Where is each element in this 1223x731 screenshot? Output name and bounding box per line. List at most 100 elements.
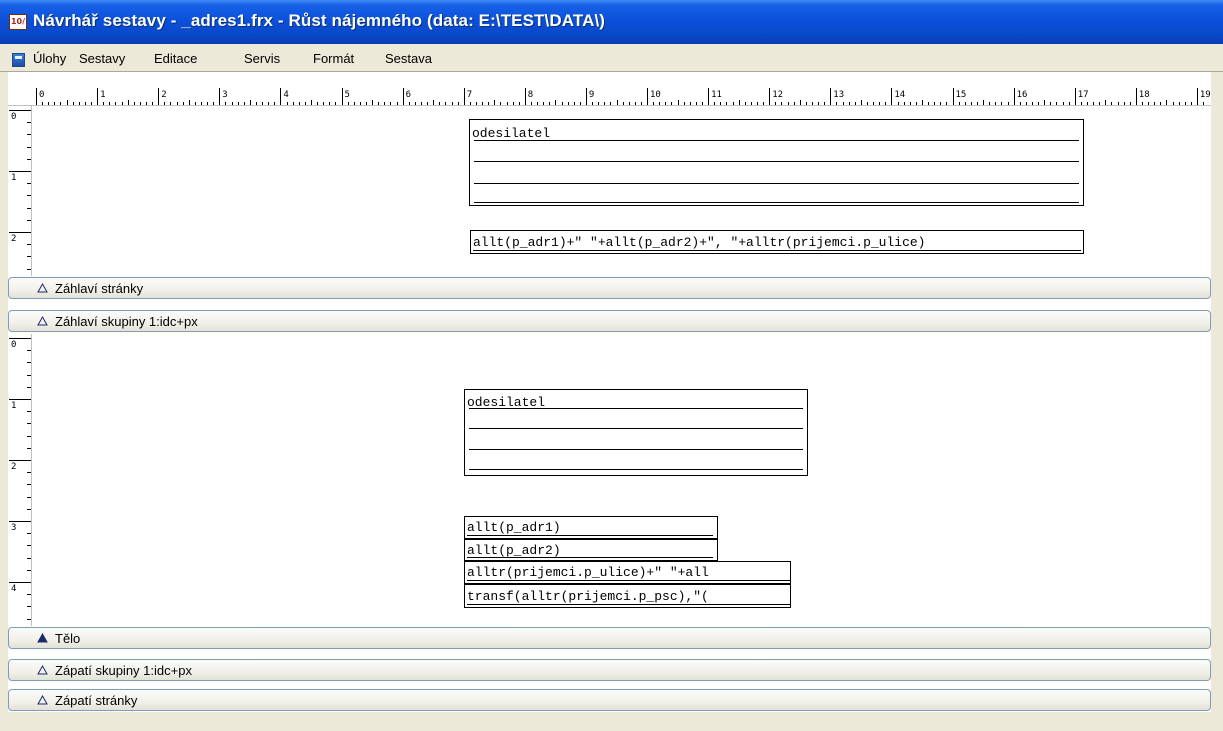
menu-item-ulohy[interactable]: Úlohy <box>33 51 66 66</box>
ruler-tick <box>653 102 655 105</box>
band-group-footer[interactable]: Zápatí skupiny 1:idc+px <box>8 659 1211 681</box>
ruler-tick <box>1196 88 1198 105</box>
menu-item-sestavy[interactable]: Sestavy <box>79 51 125 66</box>
ruler-label: 7 <box>466 90 473 100</box>
ruler-label: 16 <box>1016 90 1028 100</box>
group-header-area[interactable]: odesilatel allt(p_adr1) allt(p_adr2) all… <box>33 334 1211 626</box>
ruler-tick <box>506 102 508 105</box>
menu-item-editace[interactable]: Editace <box>154 51 197 66</box>
title-bar: 10/ Návrhář sestavy - _adres1.frx - Růst… <box>0 0 1223 44</box>
band-page-footer-label: Zápatí stránky <box>55 693 138 708</box>
ruler-tick <box>1044 100 1046 105</box>
ruler-tick <box>170 102 172 105</box>
ruler-tick <box>995 102 997 105</box>
menu-item-format[interactable]: Formát <box>313 51 354 66</box>
ruler-tick <box>518 102 520 105</box>
ruler-tick <box>27 146 31 148</box>
ruler-tick <box>457 102 459 105</box>
ruler-label: 1 <box>11 401 17 411</box>
ruler-tick <box>27 350 31 352</box>
ruler-tick <box>482 102 483 105</box>
field-zip[interactable]: transf(alltr(prijemci.p_psc),"( <box>464 584 791 608</box>
ruler-tick <box>27 195 31 197</box>
ruler-tick <box>549 102 551 105</box>
band-group-header[interactable]: Záhlaví skupiny 1:idc+px <box>8 310 1211 332</box>
band-page-header[interactable]: Záhlaví stránky <box>8 277 1211 299</box>
field-adr1[interactable]: allt(p_adr1) <box>464 516 718 539</box>
ruler-tick <box>27 256 31 258</box>
ruler-label: 2 <box>161 90 167 100</box>
field-sender-group[interactable]: odesilatel <box>464 389 808 476</box>
ruler-tick <box>1019 102 1021 105</box>
ruler-tick <box>946 102 948 105</box>
menu-bar: Úlohy Sestavy Editace Servis Formát Sest… <box>0 44 1223 72</box>
field-adr2-text: allt(p_adr2) <box>467 543 561 558</box>
field-sender-header[interactable]: odesilatel <box>469 119 1084 206</box>
ruler-tick <box>824 102 826 105</box>
ruler-tick <box>940 102 942 105</box>
ruler-tick <box>109 102 111 105</box>
field-address-header[interactable]: allt(p_adr1)+" "+allt(p_adr2)+", "+alltr… <box>470 230 1084 254</box>
ruler-label: 2 <box>11 462 17 472</box>
ruler-tick <box>27 472 31 474</box>
ruler-tick <box>530 102 532 105</box>
field-line <box>469 449 803 450</box>
ruler-tick <box>1068 102 1070 105</box>
field-line <box>474 161 1079 162</box>
ruler-label: 6 <box>405 90 412 100</box>
band-detail[interactable]: Tělo <box>8 627 1211 649</box>
ruler-tick <box>433 100 435 105</box>
ruler-tick <box>27 618 31 620</box>
ruler-tick <box>732 102 734 105</box>
ruler-tick <box>579 102 581 105</box>
ruler-tick <box>805 102 807 105</box>
ruler-tick <box>952 88 954 105</box>
ruler-label: 9 <box>588 90 595 100</box>
ruler-tick <box>983 100 985 105</box>
ruler-tick <box>781 102 783 105</box>
ruler-label: 5 <box>344 90 350 100</box>
ruler-tick <box>1111 102 1113 105</box>
ruler-tick <box>304 102 306 105</box>
ruler-tick <box>97 88 99 105</box>
ruler-tick <box>402 88 404 105</box>
ruler-tick <box>616 100 618 105</box>
ruler-tick <box>842 102 844 105</box>
ruler-tick <box>225 102 227 105</box>
ruler-tick <box>928 102 930 105</box>
band-page-footer[interactable]: Zápatí stránky <box>8 689 1211 711</box>
ruler-tick <box>310 100 312 105</box>
ruler-tick <box>512 102 514 105</box>
ruler-tick <box>1080 102 1082 105</box>
ruler-tick <box>1160 102 1162 105</box>
ruler-tick <box>27 594 31 596</box>
field-street[interactable]: alltr(prijemci.p_ulice)+" "+all <box>464 561 791 584</box>
ruler-tick <box>573 102 575 105</box>
ruler-tick <box>891 88 893 105</box>
ruler-tick <box>787 102 789 105</box>
ruler-tick <box>1166 100 1168 105</box>
ruler-tick <box>27 134 31 136</box>
document-icon[interactable] <box>12 53 25 67</box>
ruler-tick <box>27 158 31 160</box>
ruler-tick <box>54 102 56 105</box>
ruler-tick <box>378 102 380 105</box>
field-line <box>474 202 1079 203</box>
menu-item-sestava[interactable]: Sestava <box>385 51 432 66</box>
band-page-header-label: Záhlaví stránky <box>55 281 144 296</box>
ruler-tick <box>830 88 832 105</box>
ruler-label: 4 <box>283 90 289 100</box>
page-header-area[interactable]: odesilatel allt(p_adr1)+" "+allt(p_adr2)… <box>33 106 1211 276</box>
ruler-label: 0 <box>39 90 45 100</box>
ruler-tick <box>408 102 410 105</box>
ruler-tick <box>353 102 355 105</box>
menu-item-servis[interactable]: Servis <box>244 51 280 66</box>
field-adr2[interactable]: allt(p_adr2) <box>464 539 718 561</box>
ruler-tick <box>27 183 31 185</box>
ruler-label: 4 <box>11 584 17 594</box>
ruler-tick <box>292 102 294 105</box>
ruler-tick <box>750 102 752 105</box>
field-line <box>469 408 803 409</box>
ruler-tick <box>219 88 221 105</box>
ruler-tick <box>689 102 691 105</box>
